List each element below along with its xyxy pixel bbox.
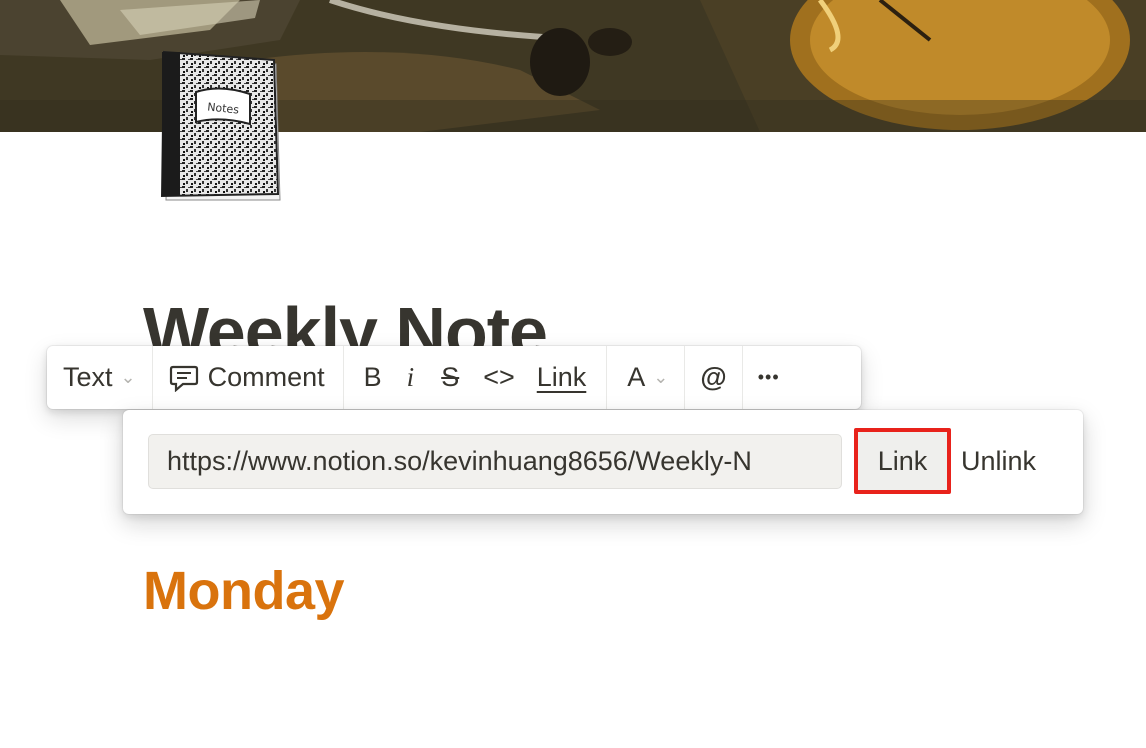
mention-group: @ — [685, 346, 743, 409]
more-options-button[interactable]: ••• — [743, 346, 794, 409]
comment-group: Comment — [153, 346, 344, 409]
text-color-button[interactable]: A ⌄ — [607, 346, 684, 409]
text-style-group: B i S <> Link — [344, 346, 608, 409]
notion-page: Notes Weekly Note Monday Text ⌄ Comment … — [0, 0, 1146, 748]
code-icon: <> — [483, 362, 515, 392]
mention-button[interactable]: @ — [685, 346, 741, 409]
link-popover: Link Unlink — [123, 410, 1083, 514]
url-input[interactable] — [148, 434, 842, 489]
mention-icon: @ — [700, 362, 727, 392]
notebook-icon[interactable]: Notes — [158, 50, 288, 206]
formatting-toolbar: Text ⌄ Comment B i S <> Link A ⌄ @ ••• — [47, 346, 861, 409]
bold-icon: B — [363, 362, 382, 392]
heading-monday[interactable]: Monday — [143, 560, 345, 622]
bold-button[interactable]: B — [354, 346, 392, 409]
text-color-icon: A — [627, 362, 646, 392]
comment-icon — [169, 364, 199, 392]
link-button[interactable]: Link — [854, 428, 951, 494]
color-group: A ⌄ — [607, 346, 686, 409]
code-button[interactable]: <> — [471, 346, 527, 409]
unlink-button[interactable]: Unlink — [961, 428, 1036, 494]
block-type-group: Text ⌄ — [47, 346, 153, 409]
link-toolbar-label: Link — [536, 362, 587, 392]
comment-label: Comment — [207, 362, 325, 392]
block-type-label: Text — [63, 362, 113, 392]
comment-button[interactable]: Comment — [153, 346, 343, 409]
more-group: ••• — [743, 346, 794, 409]
strikethrough-icon: S — [441, 362, 460, 392]
more-icon: ••• — [757, 367, 780, 387]
block-type-dropdown[interactable]: Text ⌄ — [47, 346, 152, 409]
strikethrough-button[interactable]: S — [429, 346, 471, 409]
chevron-down-icon: ⌄ — [120, 367, 136, 387]
chevron-down-icon: ⌄ — [653, 367, 669, 387]
italic-button[interactable]: i — [392, 346, 430, 409]
link-toolbar-button[interactable]: Link — [527, 346, 597, 409]
italic-icon: i — [406, 362, 415, 392]
